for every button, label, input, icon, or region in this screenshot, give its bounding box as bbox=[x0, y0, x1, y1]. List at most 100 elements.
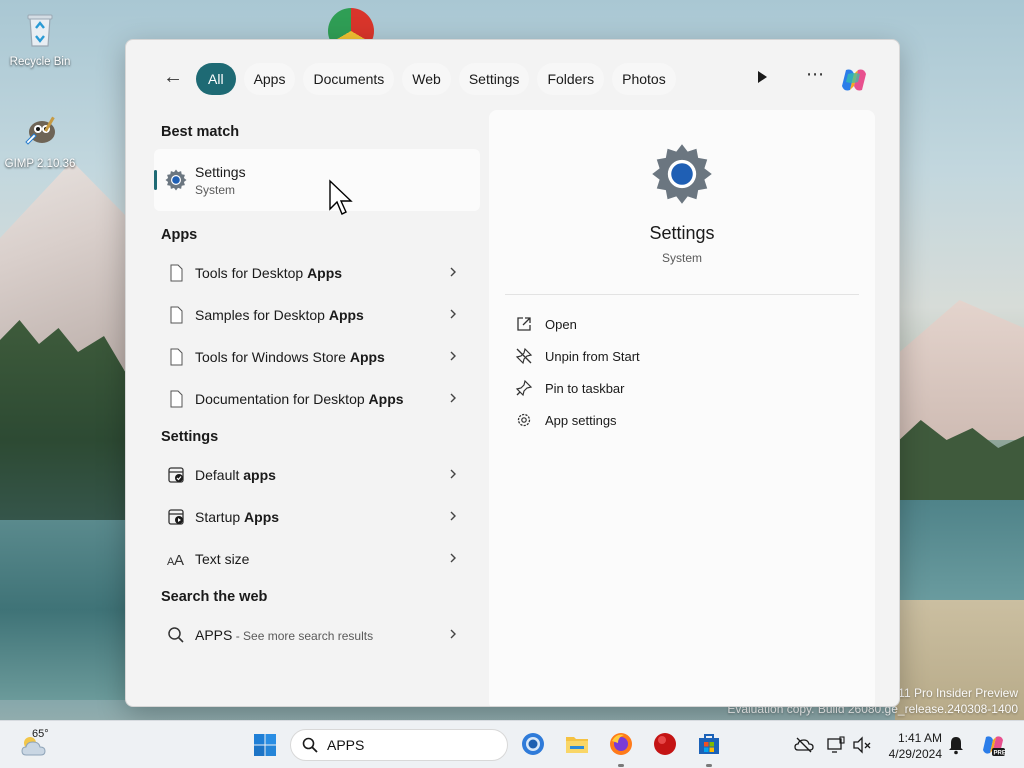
svg-text:A: A bbox=[174, 552, 184, 569]
firefox-icon[interactable] bbox=[608, 731, 634, 757]
taskbar: 65° APPS 1:41 AM 4/29/2024 PRE bbox=[0, 720, 1024, 768]
filter-chip-all[interactable]: All bbox=[196, 63, 236, 95]
desktop-icon-label: Recycle Bin bbox=[9, 56, 71, 68]
microsoft-store-icon[interactable] bbox=[696, 731, 722, 757]
setting-result-default-apps[interactable]: Default apps bbox=[154, 454, 480, 496]
default-apps-icon bbox=[168, 467, 184, 483]
settings-gear-icon bbox=[652, 144, 712, 204]
search-flyout: ← All Apps Documents Web Settings Folder… bbox=[125, 39, 900, 707]
desktop-icon-recycle-bin[interactable]: Recycle Bin bbox=[2, 10, 78, 68]
action-label: Pin to taskbar bbox=[545, 380, 625, 396]
web-query: APPS bbox=[195, 627, 233, 643]
action-open[interactable]: Open bbox=[515, 308, 640, 340]
setting-result-startup-apps[interactable]: Startup Apps bbox=[154, 496, 480, 538]
desktop-icon-gimp[interactable]: GIMP 2.10.36 bbox=[2, 112, 78, 170]
taskbar-clock[interactable]: 1:41 AM 4/29/2024 bbox=[880, 730, 942, 762]
wallpaper-trees bbox=[0, 320, 130, 520]
file-explorer-icon[interactable] bbox=[564, 731, 590, 757]
record-app-icon[interactable] bbox=[652, 731, 678, 757]
best-match-title: Settings bbox=[195, 163, 246, 180]
filter-chip-web[interactable]: Web bbox=[402, 63, 451, 95]
preview-divider bbox=[505, 294, 859, 295]
clock-date: 4/29/2024 bbox=[888, 747, 942, 761]
best-match-settings[interactable]: Settings System bbox=[154, 149, 480, 211]
text-size-icon: A A bbox=[167, 552, 184, 569]
play-icon[interactable] bbox=[751, 66, 773, 88]
chevron-right-icon bbox=[450, 511, 456, 521]
result-label: Tools for Desktop bbox=[195, 265, 308, 281]
preview-subtitle: System bbox=[661, 251, 702, 265]
result-label: Startup bbox=[195, 509, 245, 525]
filter-chips: All Apps Documents Web Settings Folders … bbox=[196, 63, 676, 95]
chevron-right-icon bbox=[450, 629, 456, 639]
result-label-match: Apps bbox=[328, 307, 364, 323]
document-icon bbox=[170, 306, 183, 324]
action-pin-to-taskbar[interactable]: Pin to taskbar bbox=[515, 372, 640, 404]
document-icon bbox=[170, 348, 183, 366]
notification-bell-icon[interactable] bbox=[946, 735, 966, 755]
search-icon bbox=[302, 737, 318, 753]
result-label: Tools for Windows Store bbox=[195, 349, 350, 365]
filter-chip-folders[interactable]: Folders bbox=[537, 63, 605, 95]
web-search-result[interactable]: APPS - See more search results bbox=[154, 614, 480, 656]
web-query-suffix: - See more search results bbox=[232, 629, 374, 643]
filter-chip-apps[interactable]: Apps bbox=[243, 63, 296, 95]
search-web-heading: Search the web bbox=[161, 589, 268, 605]
best-match-heading: Best match bbox=[161, 124, 240, 140]
preview-title: Settings bbox=[649, 223, 715, 243]
result-label-match: Apps bbox=[349, 349, 385, 365]
clock-time: 1:41 AM bbox=[897, 731, 942, 745]
result-label-match: Apps bbox=[244, 509, 280, 525]
result-label-match: apps bbox=[243, 467, 276, 483]
search-icon bbox=[168, 627, 184, 643]
copilot-icon[interactable] bbox=[838, 64, 870, 96]
chevron-right-icon bbox=[450, 351, 456, 361]
setting-result-text-size[interactable]: A A Text size bbox=[154, 538, 480, 580]
more-options-button[interactable]: ⋯ bbox=[806, 64, 825, 85]
display-icon[interactable] bbox=[826, 735, 846, 755]
recycle-bin-icon bbox=[27, 14, 53, 47]
document-icon bbox=[170, 264, 183, 282]
filter-chip-settings[interactable]: Settings bbox=[458, 63, 530, 95]
action-label: App settings bbox=[545, 412, 617, 428]
settings-heading: Settings bbox=[161, 429, 219, 445]
app-result-tools-desktop[interactable]: Tools for Desktop Apps bbox=[154, 252, 480, 294]
result-label: Samples for Desktop bbox=[195, 307, 329, 323]
volume-muted-icon[interactable] bbox=[852, 735, 872, 755]
result-label: Documentation for Desktop bbox=[195, 391, 369, 407]
app-result-samples-desktop[interactable]: Samples for Desktop Apps bbox=[154, 294, 480, 336]
action-app-settings[interactable]: App settings bbox=[515, 404, 640, 436]
taskbar-search-input[interactable] bbox=[327, 737, 487, 753]
open-external-icon bbox=[517, 317, 531, 331]
search-topbar: ← All Apps Documents Web Settings Folder… bbox=[126, 40, 899, 110]
onedrive-offline-icon[interactable] bbox=[794, 735, 814, 755]
svg-text:PRE: PRE bbox=[994, 751, 1006, 757]
taskbar-search-box[interactable] bbox=[290, 729, 508, 761]
startup-apps-icon bbox=[168, 509, 184, 525]
copilot-preview-icon[interactable]: PRE bbox=[980, 732, 1006, 758]
action-label: Unpin from Start bbox=[545, 348, 640, 364]
app-result-tools-store[interactable]: Tools for Windows Store Apps bbox=[154, 336, 480, 378]
mouse-cursor-icon bbox=[329, 179, 353, 215]
result-label-match: Apps bbox=[307, 265, 343, 281]
chrome-icon[interactable] bbox=[520, 731, 546, 757]
windows-start-icon[interactable] bbox=[253, 733, 277, 757]
selection-accent bbox=[154, 170, 157, 190]
filter-chip-photos[interactable]: Photos bbox=[612, 63, 676, 95]
results-pane: Best match Settings System Apps Tools fo… bbox=[154, 115, 480, 656]
app-result-documentation-desktop[interactable]: Documentation for Desktop Apps bbox=[154, 378, 480, 420]
result-label-match: Apps bbox=[368, 391, 404, 407]
best-match-subtitle: System bbox=[195, 182, 236, 197]
weather-temperature: 65° bbox=[32, 728, 49, 740]
filter-chip-documents[interactable]: Documents bbox=[303, 63, 395, 95]
action-unpin-from-start[interactable]: Unpin from Start bbox=[515, 340, 640, 372]
chevron-right-icon bbox=[450, 553, 456, 563]
preview-pane: Settings System Open Unpin from Start Pi… bbox=[489, 110, 875, 706]
back-button[interactable]: ← bbox=[160, 64, 186, 90]
wallpaper-hill bbox=[895, 300, 1024, 440]
back-arrow-icon: ← bbox=[163, 65, 183, 88]
preview-actions: Open Unpin from Start Pin to taskbar App… bbox=[515, 308, 640, 436]
running-indicator bbox=[618, 764, 624, 767]
unpin-icon bbox=[515, 347, 533, 365]
result-label: Text size bbox=[195, 551, 250, 567]
